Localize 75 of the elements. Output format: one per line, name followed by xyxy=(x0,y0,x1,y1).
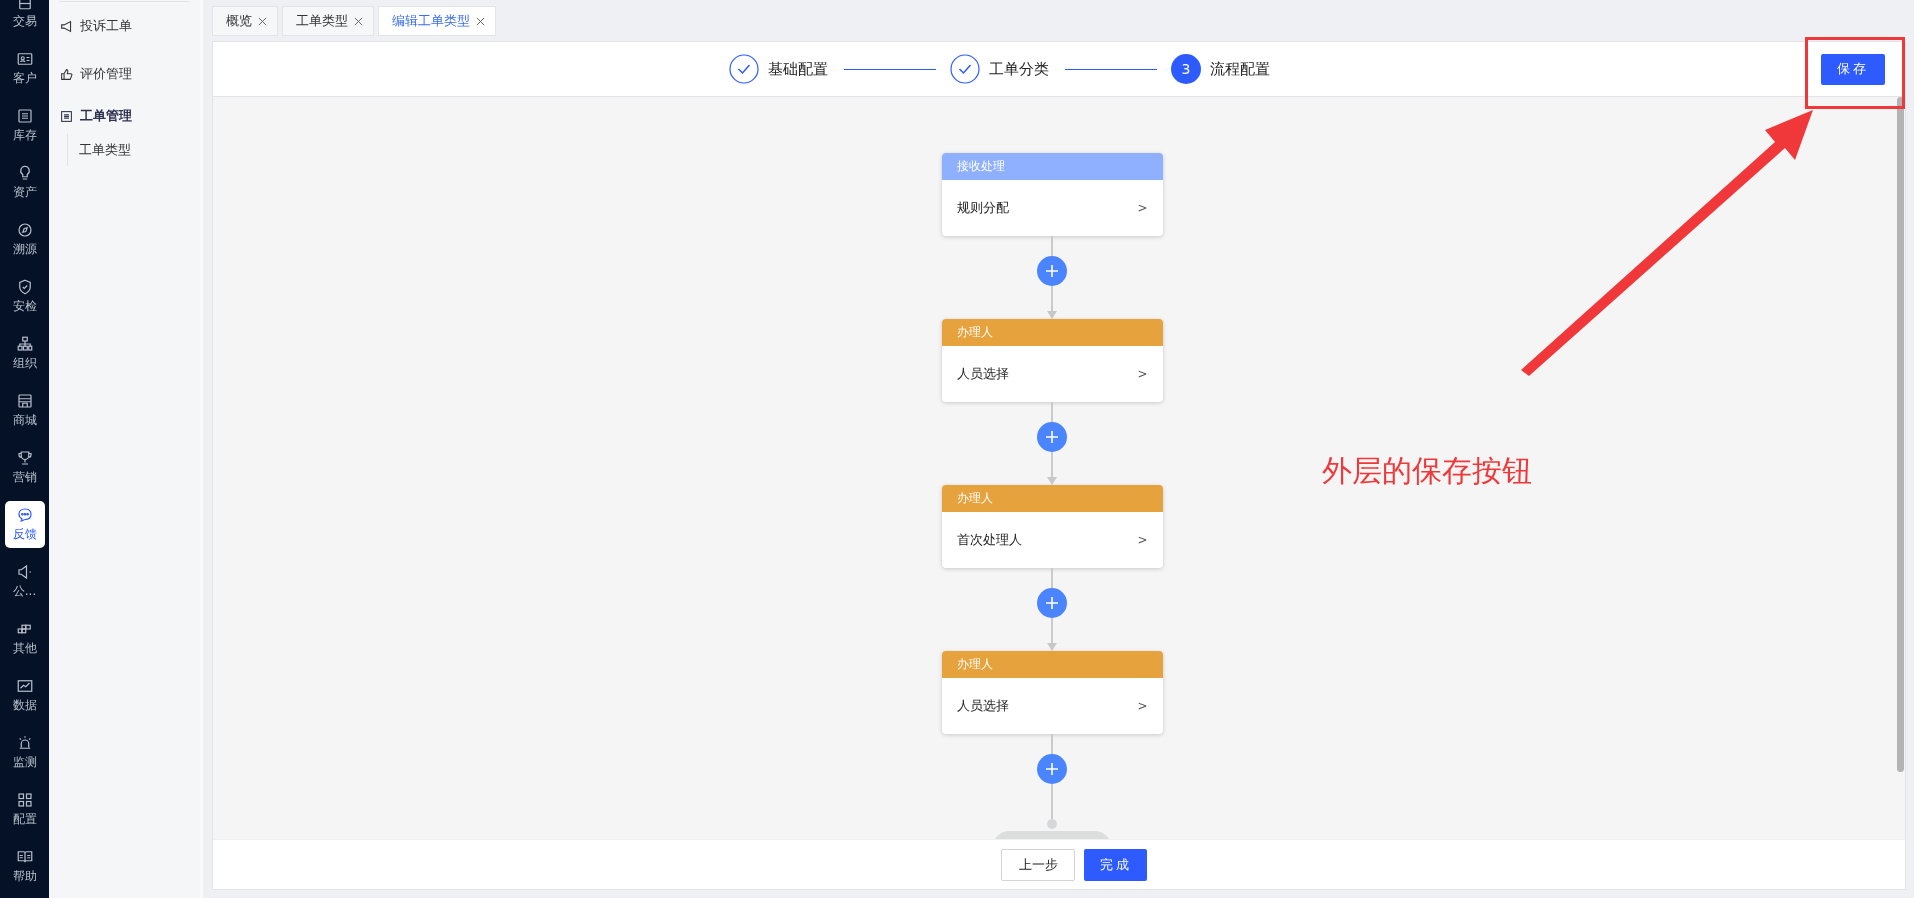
step-number: 3 xyxy=(1171,54,1201,84)
node-label: 首次处理人 xyxy=(956,531,1022,549)
nav-item[interactable]: 组织 xyxy=(4,330,45,377)
tab[interactable]: 概览 xyxy=(212,6,278,36)
node-header: 办理人 xyxy=(941,485,1163,512)
store-icon xyxy=(15,392,34,410)
add-node-button[interactable] xyxy=(1037,256,1067,286)
step-label: 工单分类 xyxy=(989,59,1049,79)
nav-item[interactable]: 帮助 xyxy=(4,843,45,890)
finish-button[interactable]: 完成 xyxy=(1084,848,1147,881)
check-circle-icon xyxy=(950,54,980,84)
compass-icon xyxy=(15,221,34,239)
flow-node[interactable]: 办理人 人员选择 > xyxy=(941,651,1163,734)
nav-item[interactable]: 监测 xyxy=(4,729,45,776)
plus-icon xyxy=(1044,263,1060,279)
node-label: 人员选择 xyxy=(956,697,1009,715)
nav-item[interactable]: 库存 xyxy=(4,102,45,149)
add-node-button[interactable] xyxy=(1037,422,1067,452)
close-icon[interactable] xyxy=(354,16,363,26)
sidebar-subitem[interactable]: 工单类型 xyxy=(79,134,190,166)
close-icon[interactable] xyxy=(476,16,485,26)
sidebar-item[interactable]: 投诉工单 xyxy=(59,2,190,50)
chevron[interactable]: > xyxy=(1137,201,1148,215)
nav-item[interactable]: 配置 xyxy=(4,786,45,833)
flow-node[interactable]: 办理人 首次处理人 > xyxy=(941,485,1163,568)
line-chart-icon xyxy=(15,677,34,695)
nav-item[interactable]: 资产 xyxy=(4,159,45,206)
tab[interactable]: 工单类型 xyxy=(282,6,374,36)
annotation-text: 外层的保存按钮 xyxy=(1322,452,1532,490)
flow-node[interactable]: 办理人 人员选择 > xyxy=(941,319,1163,402)
add-node-button[interactable] xyxy=(1037,754,1067,784)
grid-icon xyxy=(15,791,34,809)
save-button[interactable]: 保存 xyxy=(1821,53,1885,85)
node-header: 办理人 xyxy=(941,651,1163,678)
nav-item[interactable]: 安检 xyxy=(4,273,45,320)
plus-icon xyxy=(1044,595,1060,611)
nav-item[interactable]: 营销 xyxy=(4,444,45,491)
thumbs-up-icon xyxy=(60,67,73,81)
node-header: 办理人 xyxy=(941,319,1163,346)
add-node-button[interactable] xyxy=(1037,588,1067,618)
sidebar-item[interactable]: 评价管理 xyxy=(59,50,190,98)
tab[interactable]: 编辑工单类型 xyxy=(378,6,496,36)
nav-item[interactable]: 公... xyxy=(4,558,45,605)
chat-bubble-icon xyxy=(15,506,34,524)
node-label: 规则分配 xyxy=(956,199,1009,217)
list-icon xyxy=(15,107,34,125)
chevron[interactable]: > xyxy=(1137,699,1148,713)
nav-item[interactable]: 客户 xyxy=(4,45,45,92)
flow-node[interactable]: 接收处理 规则分配 > xyxy=(941,153,1163,236)
nav-item[interactable]: 商城 xyxy=(4,387,45,434)
plus-icon xyxy=(1044,761,1060,777)
nav-item[interactable]: 其他 xyxy=(4,615,45,662)
node-header: 接收处理 xyxy=(941,153,1163,180)
chevron[interactable]: > xyxy=(1137,533,1148,547)
check-circle-icon xyxy=(729,54,759,84)
nav-item[interactable]: 溯源 xyxy=(4,216,45,263)
step-label: 基础配置 xyxy=(768,59,828,79)
megaphone-icon xyxy=(60,19,73,33)
plus-icon xyxy=(1044,429,1060,445)
org-chart-icon xyxy=(15,335,34,353)
nav-item[interactable]: 交易 xyxy=(4,0,45,35)
sidebar-item[interactable]: 工单管理 xyxy=(59,98,190,134)
scrollbar-thumb[interactable] xyxy=(1897,97,1904,772)
end-dot xyxy=(1047,819,1057,829)
node-label: 人员选择 xyxy=(956,365,1009,383)
list-icon xyxy=(60,109,73,123)
nav-item[interactable]: 反馈 xyxy=(4,501,45,548)
step-label: 流程配置 xyxy=(1210,59,1270,79)
id-card-icon xyxy=(15,50,34,68)
previous-button[interactable]: 上一步 xyxy=(1001,848,1075,881)
trophy-icon xyxy=(15,449,34,467)
nav-item[interactable]: 数据 xyxy=(4,672,45,719)
close-icon[interactable] xyxy=(258,16,267,26)
chevron[interactable]: > xyxy=(1137,367,1148,381)
megaphone-icon xyxy=(15,563,34,581)
